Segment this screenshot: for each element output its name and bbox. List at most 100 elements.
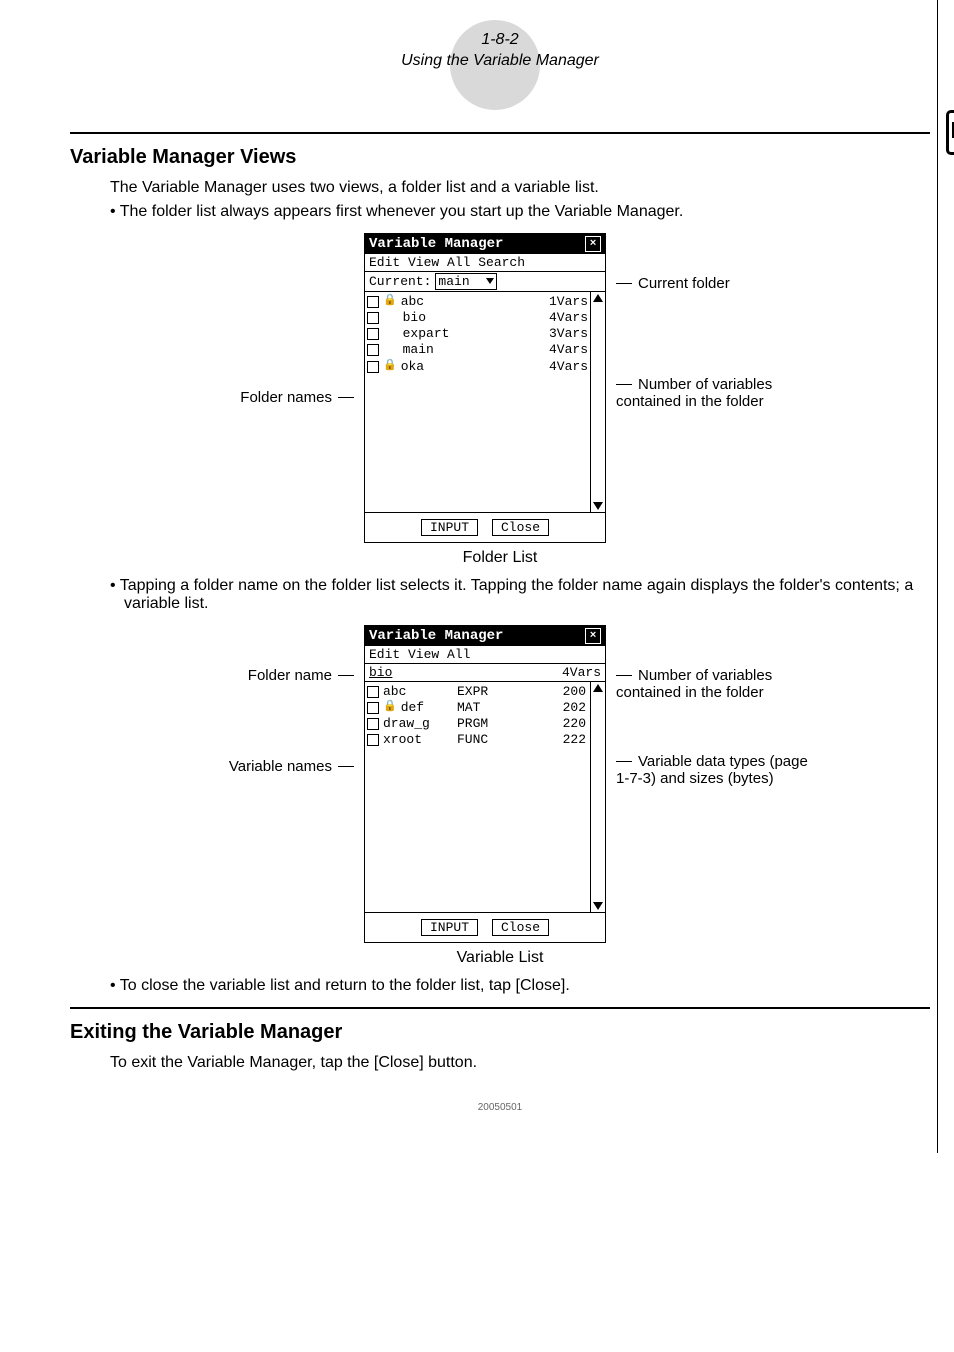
variable-type: EXPR bbox=[457, 684, 511, 700]
window-title: Variable Manager bbox=[369, 236, 503, 252]
calculator-icon bbox=[946, 110, 954, 155]
checkbox-icon[interactable] bbox=[367, 718, 379, 730]
var-count: 4Vars bbox=[549, 359, 588, 375]
page: 1-8-2 Using the Variable Manager Variabl… bbox=[0, 0, 954, 1153]
list-item[interactable]: xroot FUNC222 bbox=[367, 732, 588, 748]
chevron-down-icon bbox=[486, 278, 494, 284]
list-item[interactable]: 🔒 oka 4Vars bbox=[367, 359, 588, 375]
close-button[interactable]: Close bbox=[492, 519, 549, 536]
input-button[interactable]: INPUT bbox=[421, 519, 478, 536]
current-folder-value: main bbox=[438, 274, 469, 289]
list-item[interactable]: 🔒 abc 1Vars bbox=[367, 294, 588, 310]
input-button[interactable]: INPUT bbox=[421, 919, 478, 936]
folder-list[interactable]: 🔒 abc 1Vars bio 4Vars expart 3Vars main 4Vars… bbox=[365, 292, 590, 512]
label-num-vars-2: Number of variables contained in the fol… bbox=[616, 667, 816, 701]
folder-name: abc bbox=[401, 294, 424, 310]
checkbox-icon[interactable] bbox=[367, 686, 379, 698]
variable-size: 200 bbox=[511, 684, 588, 700]
label-folder-names: Folder names bbox=[240, 389, 354, 406]
lock-icon: 🔒 bbox=[383, 701, 397, 715]
bullet-2: • Tapping a folder name on the folder li… bbox=[110, 577, 930, 613]
folder-name: expart bbox=[403, 326, 450, 342]
scroll-up-icon[interactable] bbox=[593, 684, 603, 692]
list-item[interactable]: 🔒 def MAT202 bbox=[367, 700, 588, 716]
bullet-1: • The folder list always appears first w… bbox=[110, 203, 930, 221]
list-item[interactable]: bio 4Vars bbox=[367, 310, 588, 326]
checkbox-icon[interactable] bbox=[367, 344, 379, 356]
scroll-up-icon[interactable] bbox=[593, 294, 603, 302]
folder-name: main bbox=[403, 342, 434, 358]
var-count: 3Vars bbox=[549, 326, 588, 342]
label-current-folder: Current folder bbox=[616, 275, 730, 292]
current-folder-label: Current: bbox=[369, 274, 431, 289]
variable-type: FUNC bbox=[457, 732, 511, 748]
var-count: 4Vars bbox=[549, 310, 588, 326]
lock-icon: 🔒 bbox=[383, 295, 397, 309]
variable-list[interactable]: abc EXPR200 🔒 def MAT202 draw_g PRGM220 xroot FU… bbox=[365, 682, 590, 912]
rule-bottom bbox=[70, 1007, 930, 1009]
variable-type: MAT bbox=[457, 700, 511, 716]
bullet-3: • To close the variable list and return … bbox=[110, 977, 930, 995]
variable-size: 202 bbox=[511, 700, 588, 716]
figure-variable-list: Folder name Variable names Variable Mana… bbox=[70, 625, 930, 943]
screenshot-folder-list: Variable Manager × Edit View All Search … bbox=[364, 233, 606, 543]
intro-text: The Variable Manager uses two views, a f… bbox=[110, 179, 930, 197]
checkbox-icon[interactable] bbox=[367, 361, 379, 373]
list-item[interactable]: draw_g PRGM220 bbox=[367, 716, 588, 732]
close-icon[interactable]: × bbox=[585, 236, 601, 252]
right-side-rule bbox=[937, 0, 938, 1153]
variable-size: 220 bbox=[511, 716, 588, 732]
chapter-title: Using the Variable Manager bbox=[70, 51, 930, 72]
window-title: Variable Manager bbox=[369, 628, 503, 644]
close-icon[interactable]: × bbox=[585, 628, 601, 644]
checkbox-icon[interactable] bbox=[367, 312, 379, 324]
folder-name: oka bbox=[401, 359, 424, 375]
menubar[interactable]: Edit View All bbox=[365, 646, 605, 664]
scrollbar[interactable] bbox=[590, 682, 605, 912]
variable-type: PRGM bbox=[457, 716, 511, 732]
variable-size: 222 bbox=[511, 732, 588, 748]
scroll-down-icon[interactable] bbox=[593, 502, 603, 510]
lock-icon: 🔒 bbox=[383, 360, 397, 374]
screenshot-variable-list: Variable Manager × Edit View All bio 4Va… bbox=[364, 625, 606, 943]
button-bar: INPUT Close bbox=[365, 912, 605, 942]
menubar[interactable]: Edit View All Search bbox=[365, 254, 605, 272]
folder-path-row[interactable]: bio 4Vars bbox=[365, 664, 605, 682]
close-button[interactable]: Close bbox=[492, 919, 549, 936]
variable-name: def bbox=[401, 700, 424, 716]
folder-path-name: bio bbox=[369, 665, 392, 680]
current-folder-bar: Current: main bbox=[365, 272, 605, 292]
footer-code: 20050501 bbox=[70, 1102, 930, 1113]
window-titlebar: Variable Manager × bbox=[365, 234, 605, 254]
rule-top bbox=[70, 132, 930, 134]
checkbox-icon[interactable] bbox=[367, 734, 379, 746]
folder-path-count: 4Vars bbox=[562, 665, 601, 680]
caption-folder-list: Folder List bbox=[70, 549, 930, 567]
checkbox-icon[interactable] bbox=[367, 702, 379, 714]
label-folder-name: Folder name bbox=[248, 667, 354, 684]
figure-folder-list: Folder names Variable Manager × Edit Vie… bbox=[70, 233, 930, 543]
label-var-types: Variable data types (page 1-7-3) and siz… bbox=[616, 753, 816, 787]
label-num-vars: Number of variables contained in the fol… bbox=[616, 376, 816, 410]
section-title: Variable Manager Views bbox=[70, 146, 930, 169]
variable-name: draw_g bbox=[383, 716, 430, 732]
folder-name: bio bbox=[403, 310, 426, 326]
list-item[interactable]: abc EXPR200 bbox=[367, 684, 588, 700]
current-folder-dropdown[interactable]: main bbox=[435, 273, 497, 290]
list-item[interactable]: expart 3Vars bbox=[367, 326, 588, 342]
checkbox-icon[interactable] bbox=[367, 328, 379, 340]
checkbox-icon[interactable] bbox=[367, 296, 379, 308]
list-item[interactable]: main 4Vars bbox=[367, 342, 588, 358]
variable-name: xroot bbox=[383, 732, 422, 748]
page-header: 1-8-2 Using the Variable Manager bbox=[70, 30, 930, 72]
variable-name: abc bbox=[383, 684, 406, 700]
section-title-2: Exiting the Variable Manager bbox=[70, 1021, 930, 1044]
scrollbar[interactable] bbox=[590, 292, 605, 512]
var-count: 4Vars bbox=[549, 342, 588, 358]
var-count: 1Vars bbox=[549, 294, 588, 310]
scroll-down-icon[interactable] bbox=[593, 902, 603, 910]
window-titlebar: Variable Manager × bbox=[365, 626, 605, 646]
button-bar: INPUT Close bbox=[365, 512, 605, 542]
label-variable-names: Variable names bbox=[229, 758, 354, 775]
exit-text: To exit the Variable Manager, tap the [C… bbox=[110, 1054, 930, 1072]
